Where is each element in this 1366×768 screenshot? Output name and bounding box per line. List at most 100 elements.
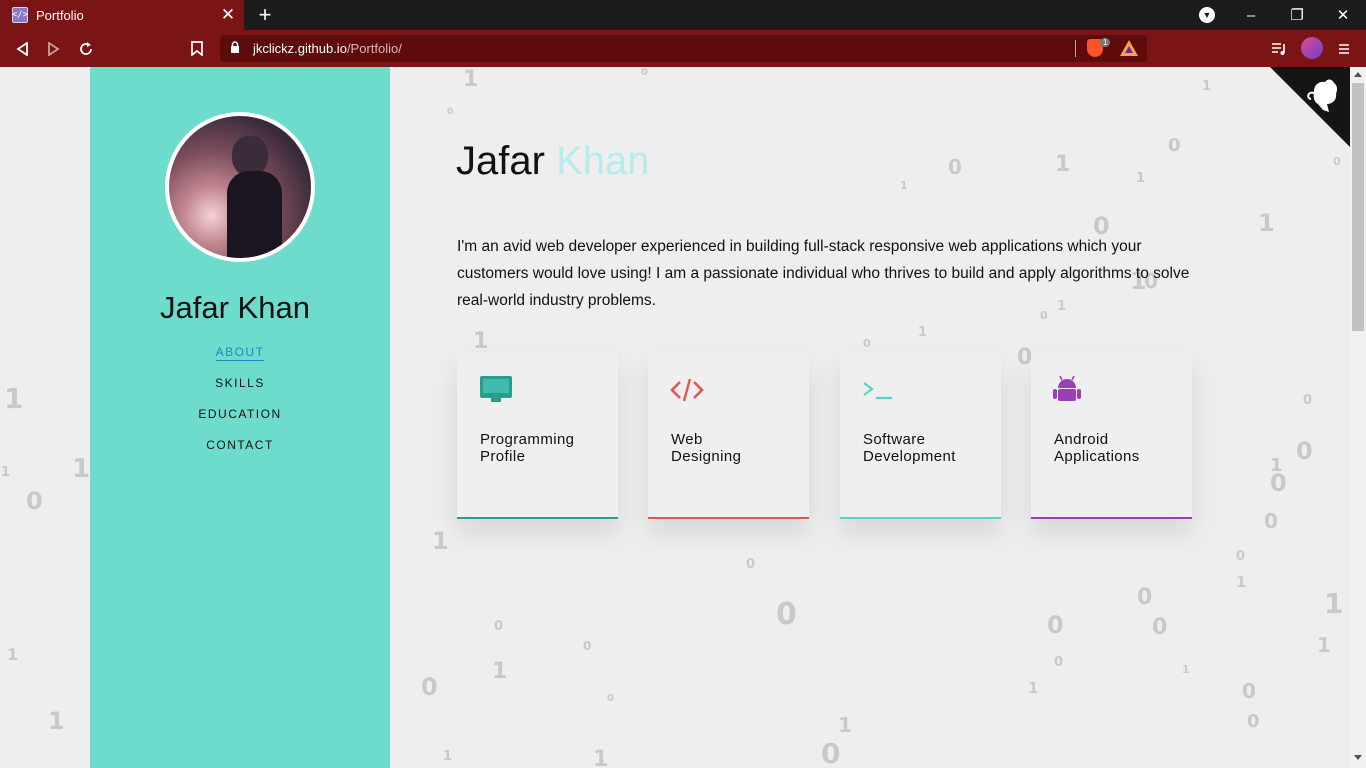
binary-digit: 1 <box>1136 171 1146 186</box>
url-host: jkclickz.github.io <box>253 41 347 56</box>
binary-digit: 1 <box>1317 633 1331 657</box>
binary-digit: 1 <box>48 707 65 735</box>
binary-digit: 0 <box>746 557 756 572</box>
monitor-icon <box>480 376 512 402</box>
binary-digit: 1 <box>7 645 19 664</box>
code-icon <box>670 378 704 402</box>
title-last-name: Khan <box>556 139 650 183</box>
binary-digit: 0 <box>1137 585 1153 610</box>
binary-digit: 1 <box>1028 679 1039 697</box>
binary-digit: 1 <box>1202 79 1212 94</box>
window-close-icon[interactable]: ✕ <box>1320 0 1366 30</box>
binary-digit: 1 <box>463 67 479 92</box>
binary-digit: 0 <box>776 597 797 632</box>
card-label: Android Applications <box>1054 431 1140 465</box>
address-bar[interactable]: jkclickz.github.io/Portfolio/ 1 <box>220 35 1147 62</box>
tab-title: Portfolio <box>36 7 84 23</box>
binary-digit: 1 <box>593 747 609 768</box>
browser-toolbar: jkclickz.github.io/Portfolio/ 1 <box>0 30 1366 67</box>
binary-digit: 1 <box>492 659 508 684</box>
binary-digit: 0 <box>948 155 962 179</box>
binary-digit: 1 <box>4 382 24 415</box>
plus-icon[interactable]: + <box>255 3 275 27</box>
binary-digit: 0 <box>447 107 454 117</box>
lock-icon <box>231 41 239 53</box>
binary-digit: 1 <box>443 749 453 764</box>
back-icon[interactable] <box>7 30 37 67</box>
binary-digit: 0 <box>1047 611 1064 639</box>
binary-digit: 0 <box>1264 509 1278 533</box>
nav-item-about[interactable]: ABOUT <box>90 344 390 375</box>
binary-digit: 0 <box>1270 469 1287 497</box>
tab-bar: </> Portfolio ✕ + ▼ – ❐ ✕ <box>0 0 1366 30</box>
binary-digit: 0 <box>26 487 43 515</box>
binary-digit: 1 <box>1055 152 1071 177</box>
avatar-head-shape <box>232 136 268 176</box>
binary-digit: 0 <box>421 673 438 701</box>
android-icon <box>1053 375 1081 401</box>
binary-digit: 0 <box>1247 711 1260 732</box>
avatar-figure-shape <box>227 171 282 258</box>
shield-count-badge: 1 <box>1100 38 1111 47</box>
binary-digit: 1 <box>432 527 449 555</box>
binary-digit: 1 <box>1 465 11 480</box>
profile-avatar-icon[interactable] <box>1301 37 1323 59</box>
sidebar-nav: ABOUT SKILLS EDUCATION CONTACT <box>90 344 390 468</box>
nav-item-contact[interactable]: CONTACT <box>90 437 390 468</box>
minimize-icon[interactable]: – <box>1228 0 1274 30</box>
page-viewport: 1001010110011100110101011001000100100101… <box>0 67 1366 768</box>
tab-search-icon[interactable]: ▼ <box>1199 7 1215 23</box>
nav-item-education[interactable]: EDUCATION <box>90 406 390 437</box>
binary-digit: 0 <box>607 693 614 704</box>
bio-text: I'm an avid web developer experienced in… <box>457 238 1190 309</box>
card-label: Software Development <box>863 431 956 465</box>
binary-digit: 1 <box>473 329 489 354</box>
binary-digit: 1 <box>1324 587 1344 620</box>
rewards-icon[interactable] <box>1120 40 1138 56</box>
forward-icon[interactable] <box>39 30 69 67</box>
binary-digit: 0 <box>641 67 648 78</box>
sidebar-name: Jafar Khan <box>160 290 310 325</box>
url-divider <box>1075 40 1076 57</box>
scroll-up-icon[interactable] <box>1354 72 1362 77</box>
title-first-name: Jafar <box>456 139 545 183</box>
binary-digit: 1 <box>72 454 91 484</box>
binary-digit: 0 <box>1296 437 1313 465</box>
scrollbar[interactable] <box>1350 67 1366 768</box>
binary-digit: 0 <box>1242 679 1256 703</box>
nav-item-skills[interactable]: SKILLS <box>90 375 390 406</box>
binary-digit: 0 <box>863 337 871 350</box>
binary-digit: 0 <box>583 639 592 653</box>
binary-digit: 0 <box>1054 655 1064 670</box>
card-programming-profile[interactable]: Programming Profile <box>457 353 618 519</box>
binary-digit: 0 <box>1152 615 1168 640</box>
binary-digit: 0 <box>1333 155 1341 168</box>
browser-tab[interactable]: </> Portfolio ✕ <box>0 0 244 30</box>
scroll-thumb[interactable] <box>1352 83 1364 331</box>
card-software-development[interactable]: Software Development <box>840 353 1001 519</box>
binary-digit: 0 <box>821 737 841 768</box>
card-web-designing[interactable]: Web Designing <box>648 353 809 519</box>
page-title: Jafar Khan <box>456 139 649 184</box>
reload-icon[interactable] <box>71 30 101 67</box>
bookmark-icon[interactable] <box>182 30 212 67</box>
binary-digit: 0 <box>1168 135 1181 156</box>
github-corner-icon[interactable] <box>1270 67 1350 147</box>
scroll-down-icon[interactable] <box>1354 755 1362 760</box>
binary-digit: 1 <box>838 713 852 737</box>
url-path: /Portfolio/ <box>346 41 402 56</box>
close-icon[interactable]: ✕ <box>220 5 236 25</box>
url-text[interactable]: jkclickz.github.io/Portfolio/ <box>253 41 402 56</box>
binary-digit: 1 <box>900 179 908 192</box>
binary-digit: 1 <box>918 325 928 340</box>
menu-icon[interactable] <box>1329 30 1359 67</box>
terminal-icon <box>863 382 892 400</box>
favicon-icon: </> <box>12 7 28 23</box>
playlist-icon[interactable] <box>1264 30 1294 67</box>
sidebar: Jafar Khan ABOUT SKILLS EDUCATION CONTAC… <box>90 67 390 768</box>
binary-digit: 0 <box>1303 393 1313 408</box>
binary-digit: 1 <box>1182 663 1190 676</box>
card-android-applications[interactable]: Android Applications <box>1031 353 1192 519</box>
restore-icon[interactable]: ❐ <box>1274 0 1320 30</box>
binary-digit: 1 <box>1258 209 1275 237</box>
